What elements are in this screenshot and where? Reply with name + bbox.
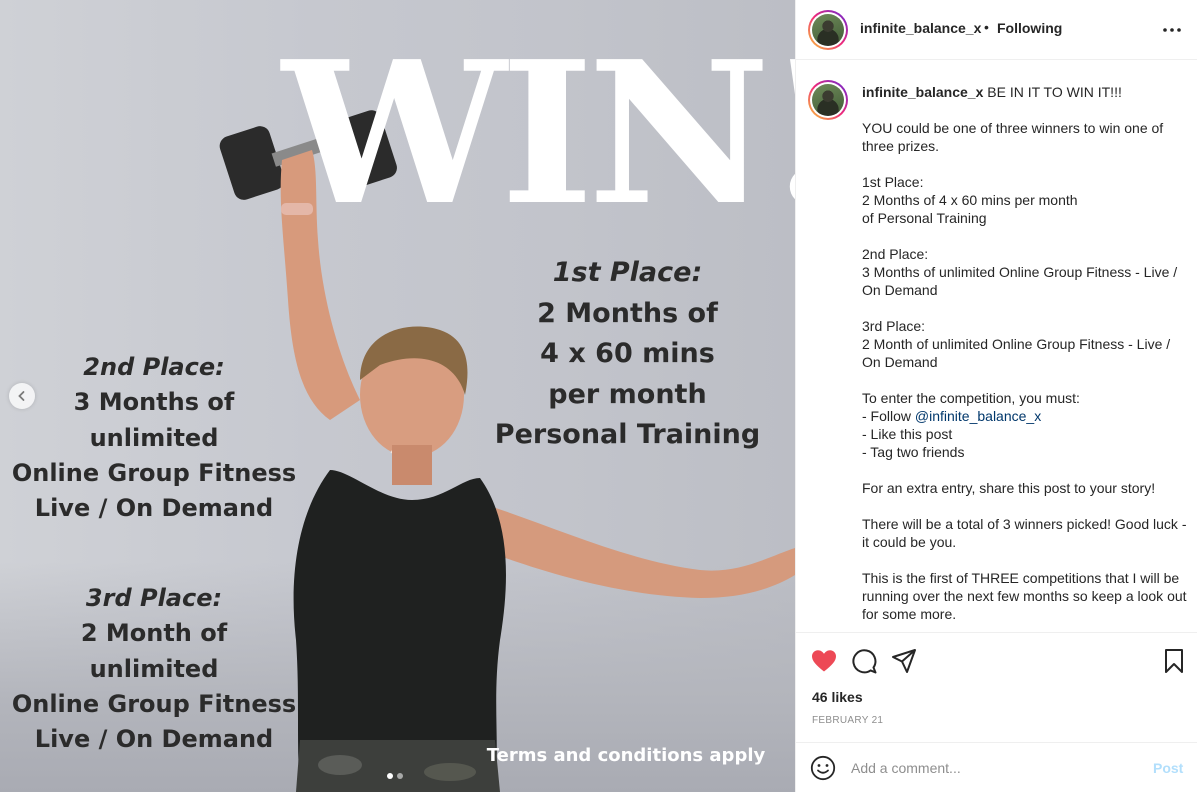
terms-text: Terms and conditions apply	[486, 745, 766, 766]
share-icon	[892, 649, 916, 673]
emoji-button[interactable]	[810, 755, 836, 781]
caption-follow-line: - Follow @infinite_balance_x	[862, 407, 1190, 425]
comment-bar: Post	[796, 742, 1197, 792]
caption-line	[862, 227, 1190, 245]
caption-line: - Tag two friends	[862, 444, 965, 460]
caption-line: 2nd Place:	[862, 246, 929, 262]
second-place-heading: 2nd Place:	[83, 353, 225, 381]
caption-line	[862, 101, 1190, 119]
caption-line: 2 Months of 4 x 60 mins per month	[862, 192, 1078, 208]
third-place-overlay: 3rd Place: 2 Month of unlimited Online G…	[10, 581, 298, 757]
second-place-line: 3 Months of	[73, 388, 235, 417]
carousel-prev-button[interactable]	[9, 383, 35, 409]
post-media[interactable]: WIN! 1st Place: 2 Months of 4 x 60 mins …	[0, 0, 795, 792]
third-place-line: Live / On Demand	[34, 725, 274, 754]
avatar[interactable]	[808, 80, 848, 120]
post-actions: 46 likes FEBRUARY 21	[796, 632, 1197, 742]
more-horizontal-icon	[1163, 28, 1181, 32]
caption-line: 3rd Place:	[862, 318, 926, 334]
third-place-line: Online Group Fitness	[11, 689, 297, 718]
third-place-heading: 3rd Place:	[85, 584, 223, 612]
caption-line: To enter the competition, you must:	[862, 390, 1080, 406]
follow-prefix: - Follow	[862, 408, 915, 424]
avatar[interactable]	[808, 10, 848, 50]
caption-text: infinite_balance_x BE IN IT TO WIN IT!!!…	[862, 83, 1190, 623]
first-place-line: 2 Months of	[537, 297, 718, 329]
bookmark-icon	[1165, 649, 1183, 673]
save-button[interactable]	[1160, 647, 1188, 675]
first-place-line: per month	[548, 378, 707, 410]
more-options-button[interactable]	[1158, 16, 1186, 44]
third-place-line: 2 Month of	[80, 619, 228, 648]
caption-line	[862, 461, 1190, 479]
caption-line: For an extra entry, share this post to y…	[862, 480, 1156, 496]
caption-line: 3 Months of unlimited Online Group Fitne…	[862, 264, 1182, 298]
post-detail-panel: infinite_balance_x • Following infinite_…	[795, 0, 1197, 792]
win-headline: WIN!	[282, 19, 795, 249]
likes-count[interactable]: 46 likes	[812, 689, 863, 705]
share-button[interactable]	[890, 647, 918, 675]
like-button[interactable]	[810, 647, 838, 675]
carousel-indicator	[387, 773, 403, 779]
caption-area[interactable]: infinite_balance_x BE IN IT TO WIN IT!!!…	[796, 60, 1197, 632]
heart-filled-icon	[812, 650, 836, 672]
header-username[interactable]: infinite_balance_x	[860, 20, 981, 36]
second-place-line: Online Group Fitness	[11, 458, 297, 487]
separator-dot: •	[984, 19, 989, 35]
profile-photo	[812, 14, 844, 46]
first-place-overlay: 1st Place: 2 Months of 4 x 60 mins per m…	[480, 253, 775, 456]
caption-line: - Like this post	[862, 426, 953, 442]
comment-input[interactable]	[851, 757, 1141, 779]
post-header: infinite_balance_x • Following	[796, 0, 1197, 60]
first-place-heading: 1st Place:	[552, 257, 703, 288]
first-place-line: 4 x 60 mins	[540, 338, 715, 369]
post-comment-button[interactable]: Post	[1153, 760, 1183, 776]
caption-line: This is the first of THREE competitions …	[862, 570, 1191, 622]
third-place-line: unlimited	[89, 654, 219, 683]
following-button[interactable]: Following	[997, 20, 1062, 36]
comment-icon	[852, 649, 877, 674]
caption-line: 1st Place:	[862, 174, 924, 190]
comment-button[interactable]	[850, 647, 878, 675]
caption-line: of Personal Training	[862, 210, 987, 226]
caption-username[interactable]: infinite_balance_x	[862, 84, 983, 100]
caption-line: 2 Month of unlimited Online Group Fitnes…	[862, 336, 1175, 370]
caption-line	[862, 371, 1190, 389]
caption-first-line: infinite_balance_x BE IN IT TO WIN IT!!!	[862, 83, 1190, 101]
caption-line: There will be a total of 3 winners picke…	[862, 516, 1191, 550]
caption-line	[862, 155, 1190, 173]
caption-title: BE IN IT TO WIN IT!!!	[987, 84, 1122, 100]
second-place-line: Live / On Demand	[34, 494, 274, 523]
second-place-overlay: 2nd Place: 3 Months of unlimited Online …	[10, 350, 298, 526]
carousel-dot	[397, 773, 403, 779]
carousel-dot-active	[387, 773, 393, 779]
mention-link[interactable]: @infinite_balance_x	[915, 408, 1041, 424]
caption-line	[862, 299, 1190, 317]
first-place-line: Personal Training	[494, 419, 761, 450]
post-date[interactable]: FEBRUARY 21	[812, 715, 883, 726]
second-place-line: unlimited	[89, 423, 219, 452]
caption-line: YOU could be one of three winners to win…	[862, 120, 1168, 154]
profile-photo	[812, 84, 844, 116]
caption-line	[862, 551, 1190, 569]
chevron-left-icon	[18, 391, 25, 401]
emoji-icon	[810, 755, 836, 781]
caption-line	[862, 497, 1190, 515]
